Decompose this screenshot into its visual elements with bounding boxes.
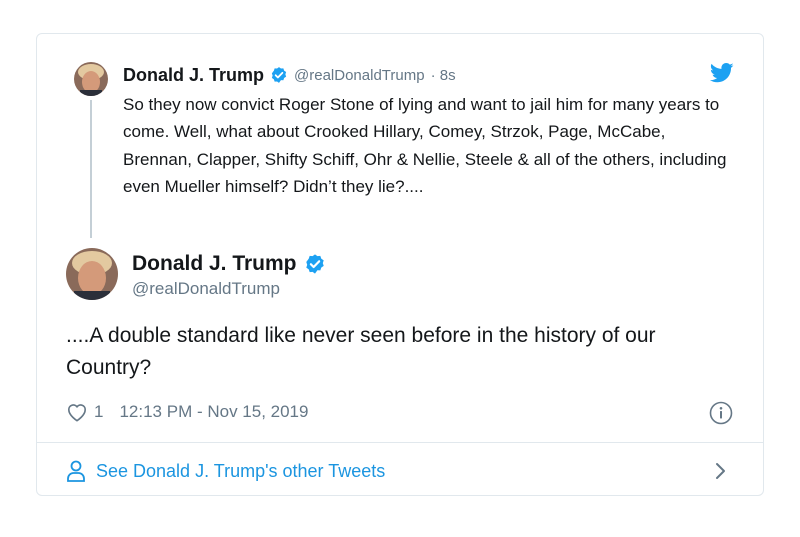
like-count[interactable]: 1 xyxy=(94,402,103,422)
parent-time-ago[interactable]: · 8s xyxy=(431,67,456,84)
parent-handle[interactable]: @realDonaldTrump xyxy=(294,67,425,84)
tweet-timestamp[interactable]: 12:13 PM - Nov 15, 2019 xyxy=(119,402,308,422)
verified-badge-icon xyxy=(270,66,288,84)
main-handle[interactable]: @realDonaldTrump xyxy=(132,279,280,299)
thread-connector-line xyxy=(90,100,92,238)
main-avatar[interactable] xyxy=(66,248,118,300)
verified-badge-icon xyxy=(304,253,326,275)
tweet-meta-row: 1 12:13 PM - Nov 15, 2019 xyxy=(66,400,308,424)
parent-tweet-text: So they now convict Roger Stone of lying… xyxy=(123,95,727,197)
main-tweet-text: ....A double standard like never seen be… xyxy=(66,324,656,379)
main-author-row: Donald J. Trump xyxy=(132,251,326,277)
parent-avatar[interactable] xyxy=(74,62,108,96)
parent-tweet-header: Donald J. Trump @realDonaldTrump · 8s xyxy=(123,64,456,86)
heart-icon[interactable] xyxy=(66,402,88,422)
see-other-tweets-link[interactable]: See Donald J. Trump's other Tweets xyxy=(66,458,385,484)
info-icon[interactable] xyxy=(709,401,733,425)
see-other-tweets-label[interactable]: See Donald J. Trump's other Tweets xyxy=(96,461,385,482)
person-icon xyxy=(66,460,86,482)
main-author-name[interactable]: Donald J. Trump xyxy=(132,252,297,276)
parent-author-name[interactable]: Donald J. Trump xyxy=(123,65,264,86)
card-divider xyxy=(37,442,763,443)
twitter-bird-icon[interactable] xyxy=(709,63,734,83)
chevron-right-icon[interactable] xyxy=(714,461,728,481)
